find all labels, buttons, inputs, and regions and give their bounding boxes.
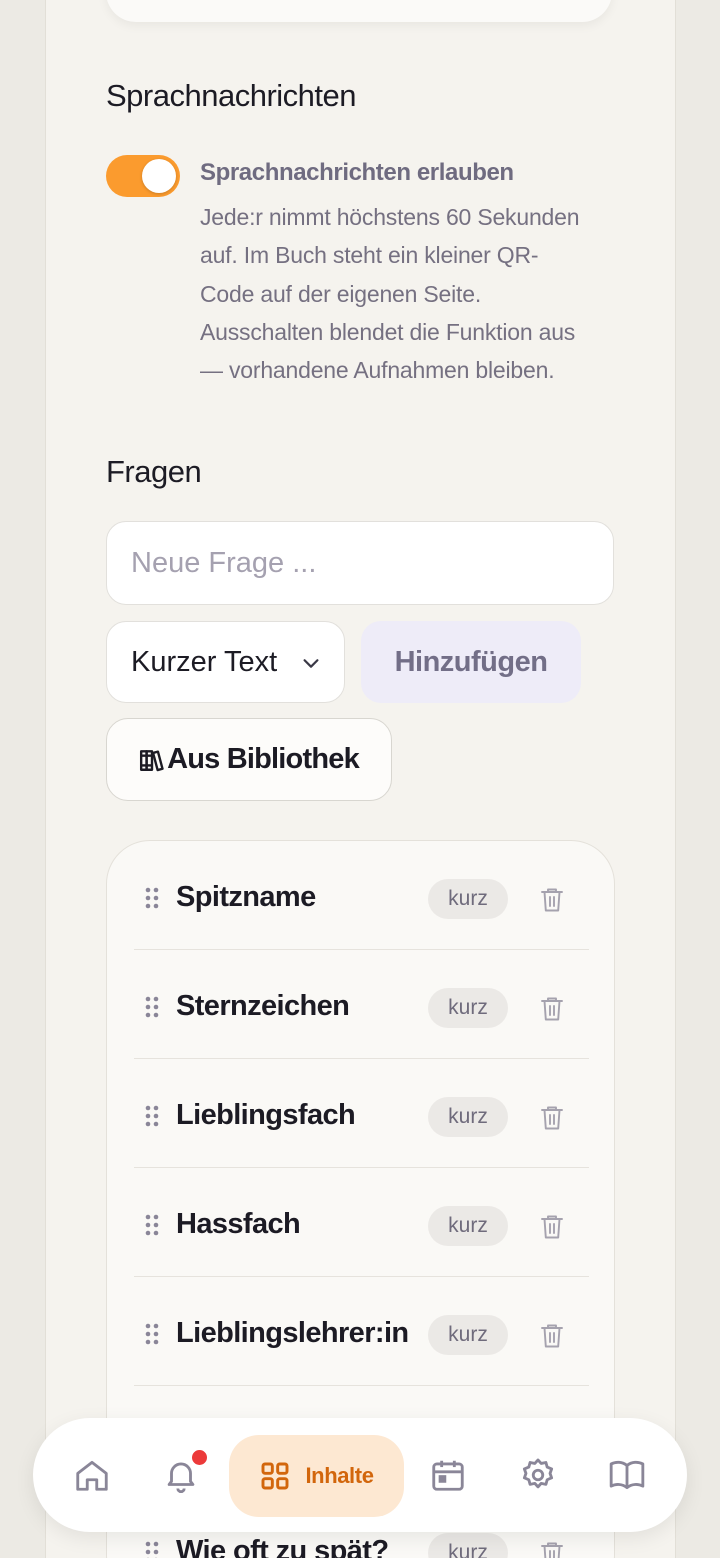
book-icon: [609, 1460, 645, 1490]
question-row[interactable]: Sternzeichen kurz: [134, 950, 589, 1059]
drag-handle-icon[interactable]: [144, 1322, 160, 1346]
drag-handle-icon[interactable]: [144, 995, 160, 1019]
voice-description-line: Ausschalten blendet die Funktion aus: [200, 318, 576, 345]
nav-active-label: Inhalte: [305, 1463, 374, 1488]
toggle-knob: [142, 159, 176, 193]
app-screen: Sprachnachrichten Sprachnachrichten erla…: [45, 0, 676, 1558]
grid-icon: [261, 1462, 289, 1490]
question-text: Sternzeichen: [176, 990, 350, 1022]
trash-icon[interactable]: [540, 887, 564, 913]
drag-handle-icon[interactable]: [144, 1540, 160, 1558]
nav-book[interactable]: [608, 1456, 646, 1494]
previous-card: [106, 0, 612, 22]
nav-settings[interactable]: [519, 1456, 557, 1494]
drag-handle-icon[interactable]: [144, 1213, 160, 1237]
question-row[interactable]: Lieblingsfach kurz: [134, 1059, 589, 1168]
voice-toggle[interactable]: [106, 155, 180, 197]
question-type-select[interactable]: Kurzer Text: [106, 621, 345, 703]
voice-toggle-label: Sprachnachrichten erlauben: [200, 159, 514, 186]
nav-home[interactable]: [73, 1456, 111, 1494]
from-library-label: Aus Bibliothek: [167, 743, 360, 775]
question-text: Lieblingslehrer:in: [176, 1317, 409, 1349]
voice-description-line: auf. Im Buch steht ein kleiner QR-: [200, 242, 539, 269]
gear-icon: [522, 1458, 554, 1489]
question-type-badge: kurz: [428, 1315, 508, 1355]
question-type-value: Kurzer Text: [131, 646, 278, 678]
trash-icon[interactable]: [540, 996, 564, 1022]
question-row[interactable]: Spitzname kurz: [134, 841, 589, 950]
question-text: Lieblingsfach: [176, 1099, 356, 1131]
trash-icon[interactable]: [540, 1323, 564, 1349]
from-library-button[interactable]: Aus Bibliothek: [106, 718, 392, 801]
trash-icon[interactable]: [540, 1105, 564, 1131]
voice-section-title: Sprachnachrichten: [106, 78, 357, 113]
question-type-badge: kurz: [428, 988, 508, 1028]
drag-handle-icon[interactable]: [144, 1104, 160, 1128]
voice-description: Jede:r nimmt höchstens 60 Sekunden auf. …: [200, 198, 620, 389]
trash-icon[interactable]: [540, 1214, 564, 1240]
question-row[interactable]: Lieblingslehrer:in kurz: [134, 1277, 589, 1386]
question-type-badge: kurz: [428, 1097, 508, 1137]
home-icon: [76, 1460, 108, 1491]
new-question-input[interactable]: [106, 521, 614, 605]
question-type-badge: kurz: [428, 1206, 508, 1246]
questions-section-title: Fragen: [106, 454, 202, 489]
nav-inhalte[interactable]: Inhalte: [229, 1435, 404, 1517]
question-text: Spitzname: [176, 881, 316, 913]
question-text: Hassfach: [176, 1208, 301, 1240]
bottom-nav: Inhalte: [33, 1418, 687, 1532]
library-icon: [140, 749, 164, 771]
notification-dot: [192, 1450, 207, 1465]
add-question-button[interactable]: Hinzufügen: [361, 621, 581, 703]
voice-description-line: Code auf der eigenen Seite.: [200, 280, 482, 307]
question-type-badge: kurz: [428, 1533, 508, 1558]
question-type-badge: kurz: [428, 879, 508, 919]
calendar-icon: [432, 1460, 464, 1491]
trash-icon[interactable]: [540, 1541, 564, 1558]
nav-calendar[interactable]: [429, 1456, 467, 1494]
voice-description-line: — vorhandene Aufnahmen bleiben.: [200, 357, 555, 384]
question-text: Wie oft zu spät?: [176, 1535, 389, 1558]
drag-handle-icon[interactable]: [144, 886, 160, 910]
voice-description-line: Jede:r nimmt höchstens 60 Sekunden: [200, 204, 580, 230]
question-row[interactable]: Hassfach kurz: [134, 1168, 589, 1277]
chevron-down-icon: [303, 659, 319, 668]
